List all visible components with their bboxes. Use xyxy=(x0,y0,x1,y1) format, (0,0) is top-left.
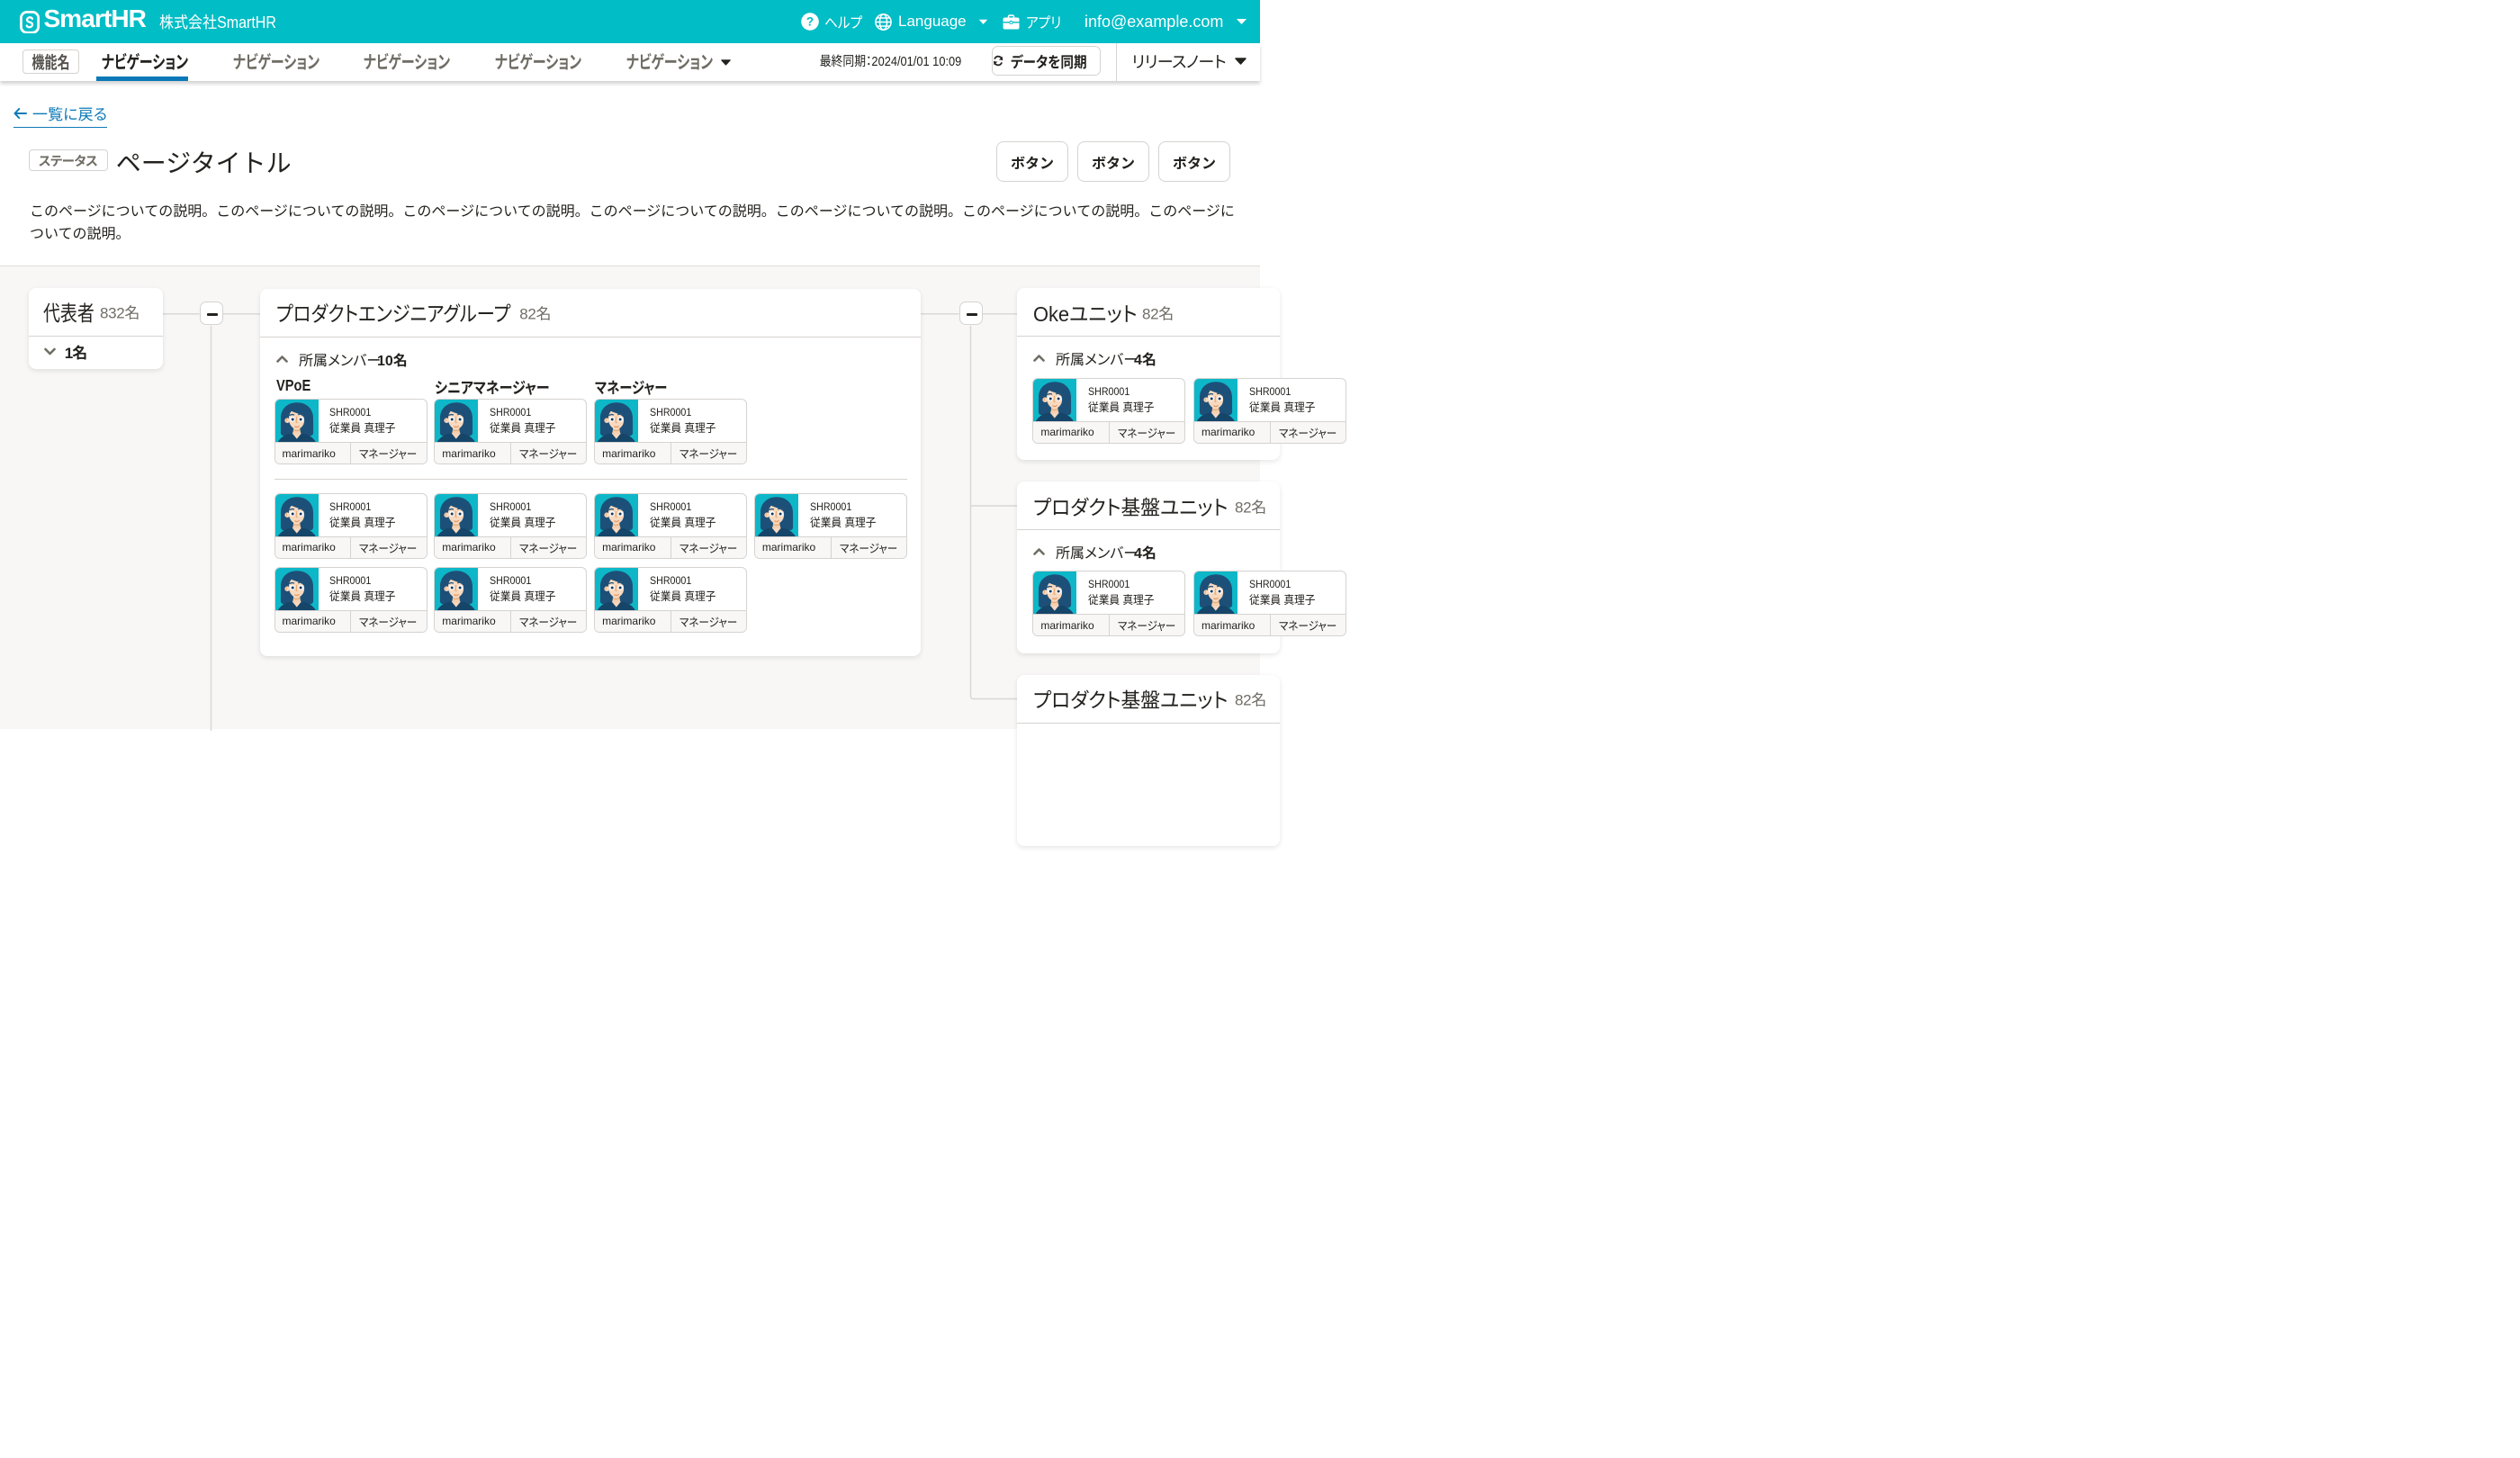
svg-text:?: ? xyxy=(806,15,814,29)
